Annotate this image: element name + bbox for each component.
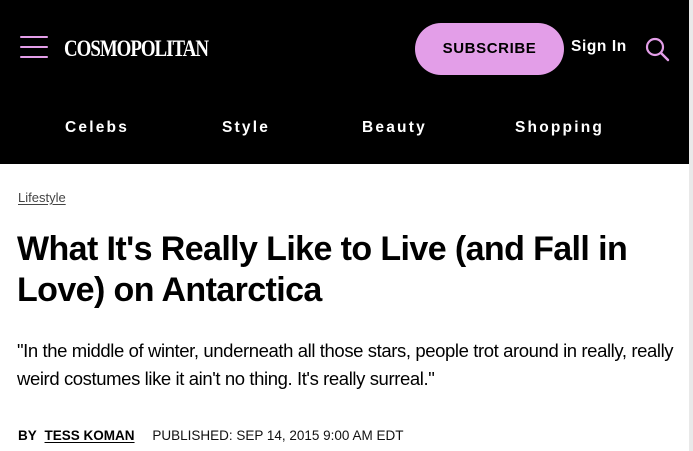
menu-icon[interactable] [20,34,48,60]
search-icon[interactable] [644,36,670,62]
scrollbar-track[interactable] [689,0,693,451]
nav-item-shopping[interactable]: Shopping [515,117,604,139]
menu-icon-bar [20,56,48,58]
site-logo[interactable]: COSMOPOLITAN [64,36,209,62]
byline: BY TESS KOMAN PUBLISHED: SEP 14, 2015 9:… [18,427,403,445]
sign-in-link[interactable]: Sign In [571,36,627,58]
article-dek: "In the middle of winter, underneath all… [17,340,674,389]
nav-item-beauty[interactable]: Beauty [362,117,427,139]
menu-icon-bar [20,36,48,38]
category-link[interactable]: Lifestyle [18,190,66,205]
article-title: What It's Really Like to Live (and Fall … [17,230,628,309]
subscribe-button[interactable]: SUBSCRIBE [415,23,564,75]
site-header: COSMOPOLITAN SUBSCRIBE Sign In Celebs St… [0,0,693,164]
byline-prefix: BY [18,428,37,443]
published-date: PUBLISHED: SEP 14, 2015 9:00 AM EDT [152,428,404,443]
nav-item-celebs[interactable]: Celebs [65,117,129,139]
nav-item-style[interactable]: Style [222,117,270,139]
menu-icon-bar [20,46,48,48]
author-link[interactable]: TESS KOMAN [45,428,135,443]
